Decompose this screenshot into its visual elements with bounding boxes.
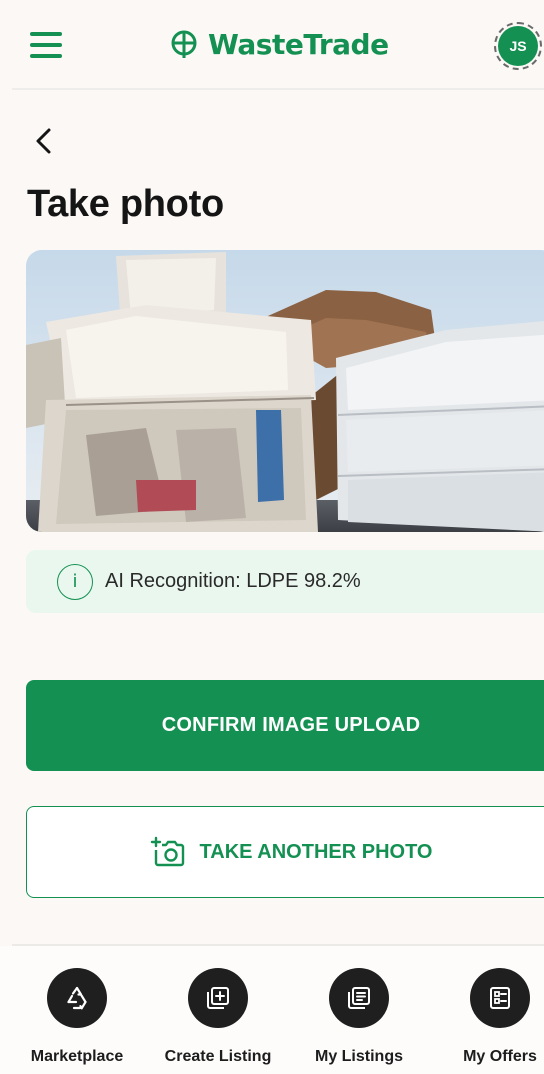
take-another-photo-button[interactable]: TAKE ANOTHER PHOTO: [26, 806, 544, 898]
ai-recognition-text: AI Recognition: LDPE 98.2%: [105, 570, 361, 592]
nav-create-listing[interactable]: Create Listing: [158, 968, 278, 1066]
app-header: WasteTrade JS: [0, 0, 544, 90]
info-icon: i: [57, 563, 93, 600]
plug-logo-icon: [171, 30, 197, 58]
nav-my-offers[interactable]: My Offers: [432, 968, 544, 1066]
listings-icon: [329, 968, 389, 1028]
hamburger-menu-icon[interactable]: [30, 32, 62, 58]
nav-label-marketplace: Marketplace: [30, 1048, 124, 1065]
confirm-upload-button[interactable]: CONFIRM IMAGE UPLOAD: [26, 680, 544, 771]
nav-marketplace[interactable]: Marketplace: [17, 968, 137, 1066]
back-chevron-icon[interactable]: [30, 124, 56, 158]
brand-name: WasteTrade: [208, 27, 389, 61]
offers-icon: [470, 968, 530, 1028]
nav-label-my-offers: My Offers: [463, 1048, 537, 1065]
captured-photo: [26, 250, 544, 532]
take-another-photo-label: TAKE ANOTHER PHOTO: [199, 840, 433, 863]
brand-logo[interactable]: WasteTrade: [168, 22, 389, 66]
ai-recognition-banner: i AI Recognition: LDPE 98.2%: [26, 550, 544, 613]
avatar-initials: JS: [498, 26, 538, 66]
add-box-icon: [188, 968, 248, 1028]
bottom-navigation: Marketplace Create Listing My Listings M…: [0, 946, 544, 1074]
nav-my-listings[interactable]: My Listings: [299, 968, 419, 1066]
user-avatar[interactable]: JS: [494, 22, 542, 70]
add-photo-icon: [150, 836, 184, 867]
header-divider: [12, 88, 544, 90]
nav-label-my-listings: My Listings: [314, 1048, 403, 1065]
nav-label-create-listing: Create Listing: [164, 1048, 272, 1065]
page-title: Take photo: [27, 183, 224, 225]
recycle-icon: [47, 968, 107, 1028]
